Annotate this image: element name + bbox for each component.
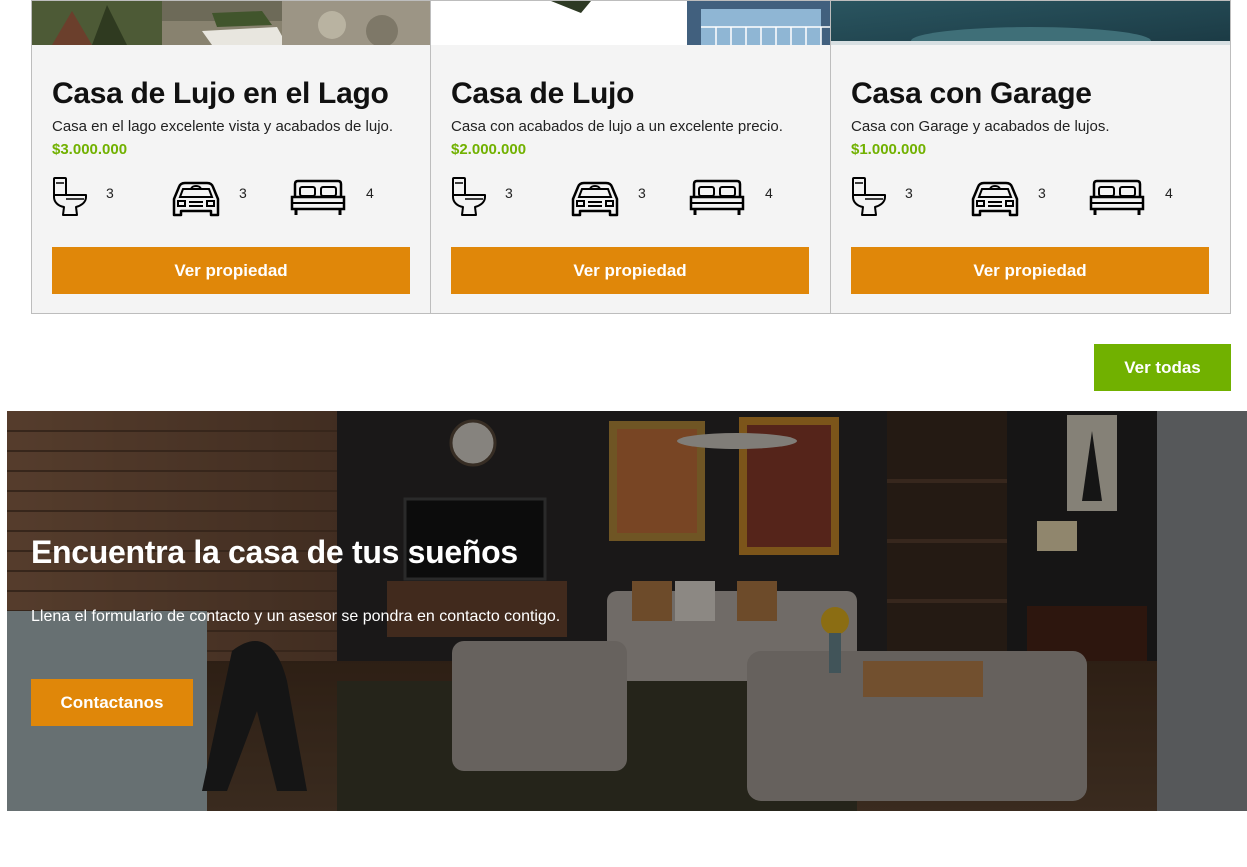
property-card: Casa de Lujo en el Lago Casa en el lago … — [31, 0, 431, 314]
property-card: Casa con Garage Casa con Garage y acabad… — [831, 0, 1231, 314]
property-description: Casa con acabados de lujo a un excelente… — [451, 118, 783, 135]
banner-title: Encuentra la casa de tus sueños — [31, 534, 518, 570]
parking-count: 3 — [239, 185, 247, 201]
property-title: Casa de Lujo en el Lago — [52, 77, 389, 110]
property-card-body: Casa de Lujo en el Lago Casa en el lago … — [52, 45, 410, 294]
parking-count: 3 — [1038, 185, 1046, 201]
bedrooms-count: 4 — [366, 185, 374, 201]
property-price: $3.000.000 — [52, 141, 128, 158]
property-title: Casa con Garage — [851, 77, 1092, 110]
car-icon — [970, 177, 1020, 217]
property-image — [32, 1, 430, 45]
bed-icon — [1089, 177, 1145, 217]
property-card-body: Casa de Lujo Casa con acabados de lujo a… — [451, 45, 810, 294]
property-features: 3 3 4 — [52, 177, 410, 219]
banner-text: Llena el formulario de contacto y un ase… — [31, 608, 561, 625]
wc-count: 3 — [505, 185, 513, 201]
view-property-button[interactable]: Ver propiedad — [851, 247, 1209, 294]
toilet-icon — [851, 177, 887, 217]
car-icon — [570, 177, 620, 217]
contact-banner: Encuentra la casa de tus sueños Llena el… — [7, 411, 1247, 811]
view-property-button[interactable]: Ver propiedad — [451, 247, 809, 294]
property-card-body: Casa con Garage Casa con Garage y acabad… — [851, 45, 1210, 294]
toilet-icon — [52, 177, 88, 217]
view-all-button[interactable]: Ver todas — [1094, 344, 1231, 391]
property-features: 3 3 4 — [851, 177, 1210, 219]
property-description: Casa con Garage y acabados de lujos. — [851, 118, 1110, 135]
page: Casa de Lujo en el Lago Casa en el lago … — [0, 0, 1247, 867]
parking-count: 3 — [638, 185, 646, 201]
wc-count: 3 — [106, 185, 114, 201]
property-price: $1.000.000 — [851, 141, 927, 158]
property-title: Casa de Lujo — [451, 77, 635, 110]
bedrooms-count: 4 — [1165, 185, 1173, 201]
view-property-button[interactable]: Ver propiedad — [52, 247, 410, 294]
bed-icon — [689, 177, 745, 217]
property-description: Casa en el lago excelente vista y acabad… — [52, 118, 394, 135]
property-features: 3 3 4 — [451, 177, 810, 219]
contact-button[interactable]: Contactanos — [31, 679, 193, 726]
wc-count: 3 — [905, 185, 913, 201]
property-price: $2.000.000 — [451, 141, 527, 158]
property-list: Casa de Lujo en el Lago Casa en el lago … — [31, 0, 1231, 314]
property-image — [431, 1, 830, 45]
car-icon — [171, 177, 221, 217]
toilet-icon — [451, 177, 487, 217]
property-card: Casa de Lujo Casa con acabados de lujo a… — [431, 0, 831, 314]
bed-icon — [290, 177, 346, 217]
property-image — [831, 1, 1230, 45]
bedrooms-count: 4 — [765, 185, 773, 201]
